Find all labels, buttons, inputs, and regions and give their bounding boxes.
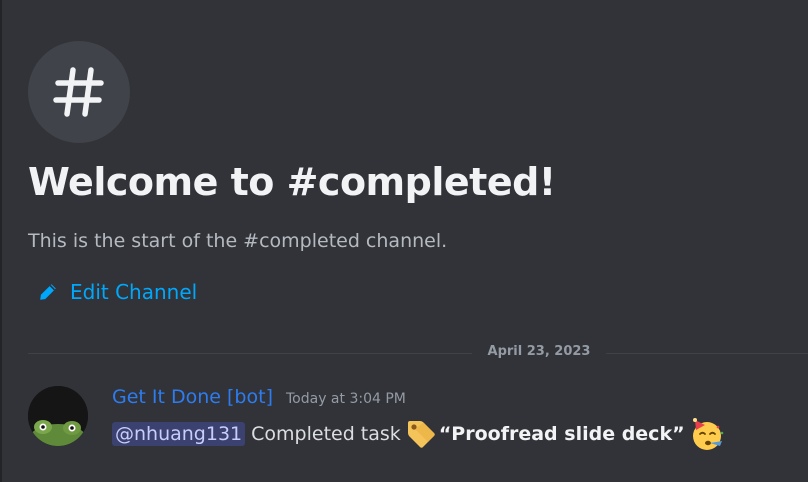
pencil-icon [40,284,56,300]
welcome-subtitle: This is the start of the #completed chan… [28,230,448,252]
hash-icon [53,67,104,117]
avatar[interactable] [28,386,88,446]
channel-hash-icon [28,41,130,143]
message-author[interactable]: Get It Done [bot] [112,386,273,408]
label-tag-emoji-icon [407,421,435,448]
message-timestamp[interactable]: Today at 3:04 PM [286,391,406,407]
user-mention[interactable]: @nhuang131 [112,422,246,446]
edit-channel-label: Edit Channel [70,280,198,304]
message-content: @nhuang131 Completed task “Proofread sli… [112,416,725,452]
date-divider-label: April 23, 2023 [487,344,591,359]
date-divider-line-right [606,353,808,354]
message-text: Completed task [251,423,401,445]
window-edge [0,0,2,482]
message-header: Get It Done [bot] Today at 3:04 PM [112,386,406,408]
welcome-title: Welcome to #completed! [28,160,556,204]
frog-avatar-icon [28,386,88,446]
partying-face-emoji-icon [692,418,723,450]
date-divider-line-left [28,353,472,354]
edit-channel-button[interactable]: Edit Channel [38,280,197,304]
task-title: “Proofread slide deck” [438,423,685,445]
